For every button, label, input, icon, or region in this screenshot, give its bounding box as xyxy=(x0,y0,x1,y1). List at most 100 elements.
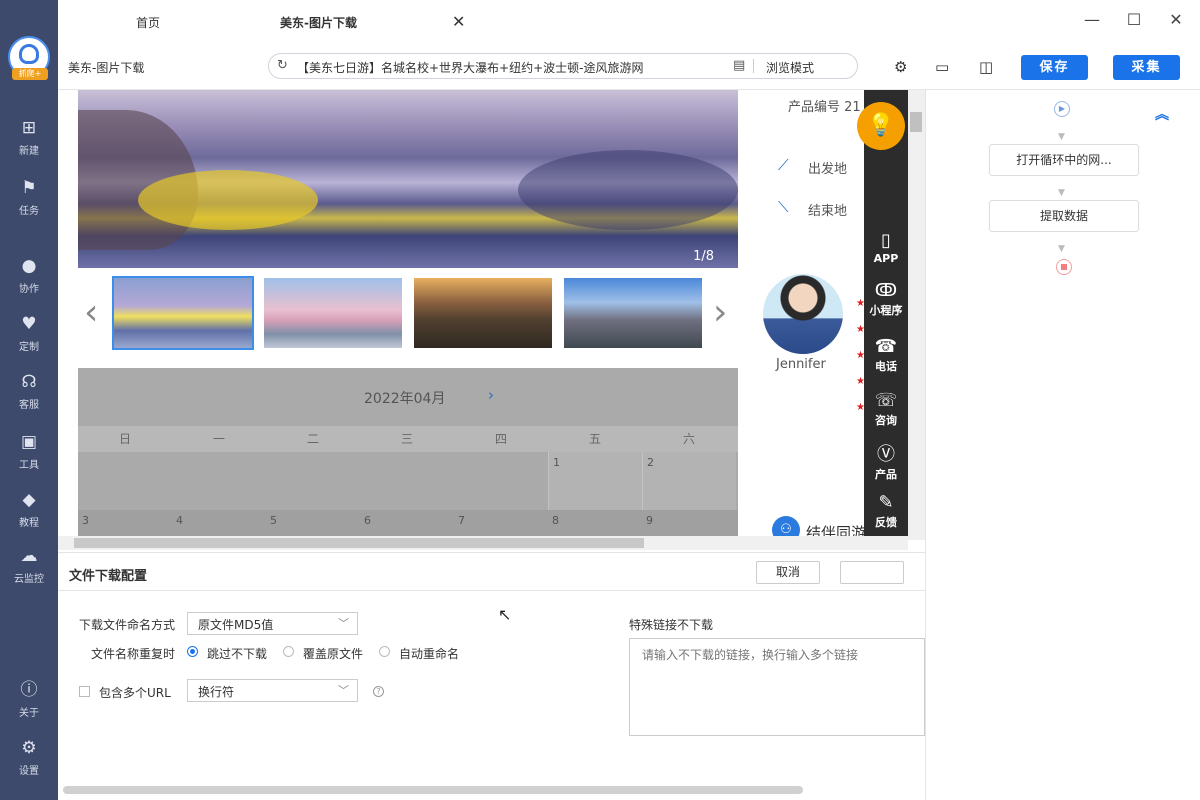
divider xyxy=(753,59,754,73)
nav-support[interactable]: ☊ 客服 xyxy=(0,372,58,422)
nav-tasks[interactable]: ⚑ 任务 xyxy=(0,178,58,228)
radio-label[interactable]: 覆盖原文件 xyxy=(303,645,363,662)
radio-skip[interactable] xyxy=(187,646,198,657)
browser-viewport[interactable]: 1/8 ‹ › 2022年04月 › 日 一 二 三 四 五 六 1 2 3 4… xyxy=(58,90,925,552)
thumbnail[interactable] xyxy=(264,278,402,348)
multi-url-checkbox[interactable] xyxy=(79,686,90,697)
radio-label[interactable]: 自动重命名 xyxy=(399,645,459,662)
lightbulb-icon[interactable]: 💡 xyxy=(857,102,905,150)
workflow-step[interactable]: 打开循环中的网... xyxy=(989,144,1139,176)
vertical-scrollbar[interactable] xyxy=(908,90,925,540)
document-icon[interactable]: ▤ xyxy=(733,58,745,73)
float-label: 咨询 xyxy=(875,414,897,427)
horizontal-scrollbar[interactable] xyxy=(63,786,803,794)
cloud-monitor-icon: ☁ xyxy=(20,546,38,566)
hero-image[interactable]: 1/8 xyxy=(78,90,738,268)
arrow-down-icon: ▼ xyxy=(1058,244,1065,254)
layout-bottom-icon[interactable]: ▭ xyxy=(935,58,949,76)
help-icon[interactable]: ? xyxy=(373,686,384,697)
confirm-button[interactable] xyxy=(840,561,904,584)
float-phone[interactable]: ☎ 电话 xyxy=(864,336,908,374)
chevron-right-icon[interactable]: › xyxy=(488,386,494,404)
calendar-day[interactable]: 8 xyxy=(548,510,642,531)
float-feedback[interactable]: ✎ 反馈 xyxy=(864,492,908,530)
gear-icon[interactable]: ⚙ xyxy=(894,58,907,76)
app-logo[interactable]: 抓爬+ xyxy=(8,36,50,80)
collect-button[interactable]: 采集 xyxy=(1113,55,1180,80)
calendar-day[interactable]: 9 xyxy=(642,510,736,531)
tab-home[interactable]: 首页 xyxy=(136,14,160,31)
nav-cloud[interactable]: ☁ 云监控 xyxy=(0,546,58,596)
weekday: 一 xyxy=(212,432,225,446)
mouse-cursor-icon: ↖ xyxy=(498,605,512,624)
departure-icon: ⟋ xyxy=(778,156,789,174)
chevron-left-icon[interactable]: ‹ xyxy=(84,295,98,331)
nav-new[interactable]: ⊞ 新建 xyxy=(0,118,58,168)
calendar-day[interactable]: 6 xyxy=(360,510,454,531)
toolbox-icon: ▣ xyxy=(20,432,38,452)
config-title: 文件下载配置 xyxy=(69,569,148,584)
close-window-icon[interactable]: ✕ xyxy=(1164,10,1188,29)
duplicate-label: 文件名称重复时 xyxy=(91,647,176,661)
guide-name: Jennifer xyxy=(776,357,826,372)
refresh-icon[interactable]: ↻ xyxy=(277,58,288,73)
vs-icon: Ⓥ xyxy=(877,444,895,465)
nav-label: 云监控 xyxy=(14,574,44,585)
calendar-day[interactable]: 2 xyxy=(642,452,736,510)
calendar-day[interactable]: 1 xyxy=(548,452,642,510)
arrow-down-icon: ▼ xyxy=(1058,132,1065,142)
arrival-icon: ⟍ xyxy=(778,198,789,216)
naming-select[interactable]: 原文件MD5值 ﹀ xyxy=(187,612,358,635)
skip-links-label: 特殊链接不下载 xyxy=(629,618,714,632)
float-app[interactable]: ▯ APP xyxy=(864,230,908,265)
browse-mode-button[interactable]: 浏览模式 xyxy=(766,59,814,76)
chevron-double-up-icon[interactable]: ︽ xyxy=(1155,104,1169,124)
left-sidebar: 抓爬+ ⊞ 新建 ⚑ 任务 ● 协作 ♥ 定制 ☊ 客服 ▣ 工具 ◆ 教程 ☁… xyxy=(0,0,58,800)
horizontal-scrollbar[interactable] xyxy=(58,536,908,550)
float-miniprogram[interactable]: ↂ 小程序 xyxy=(864,280,908,318)
float-compare[interactable]: Ⓥ 产品 xyxy=(864,444,908,482)
skip-links-input[interactable] xyxy=(629,638,925,736)
workflow-step[interactable]: 提取数据 xyxy=(989,200,1139,232)
close-tab-icon[interactable]: ✕ xyxy=(452,12,465,31)
heart-check-icon: ♥ xyxy=(21,314,37,334)
calendar-day[interactable]: 5 xyxy=(266,510,360,531)
chevron-right-icon[interactable]: › xyxy=(713,295,727,331)
nav-collab[interactable]: ● 协作 xyxy=(0,256,58,306)
thumbnail[interactable] xyxy=(112,276,254,350)
nav-tutorial[interactable]: ◆ 教程 xyxy=(0,490,58,540)
thumbnail[interactable] xyxy=(414,278,552,348)
nav-settings[interactable]: ⚙ 设置 xyxy=(0,738,58,788)
play-icon[interactable]: ▶ xyxy=(1054,101,1070,117)
separator-select[interactable]: 换行符 ﹀ xyxy=(187,679,358,702)
maximize-icon[interactable]: ☐ xyxy=(1122,10,1146,29)
calendar-day[interactable]: 4 xyxy=(172,510,266,531)
nav-about[interactable]: ⓘ 关于 xyxy=(0,680,58,730)
tab-bar: 首页 美东-图片下载 ✕ — ☐ ✕ xyxy=(58,0,1200,46)
calendar-day[interactable]: 3 xyxy=(78,510,172,531)
radio-rename[interactable] xyxy=(379,646,390,657)
radio-label[interactable]: 跳过不下载 xyxy=(207,645,267,662)
cancel-button[interactable]: 取消 xyxy=(756,561,820,584)
nav-label: 设置 xyxy=(19,766,39,777)
radio-overwrite[interactable] xyxy=(283,646,294,657)
naming-label: 下载文件命名方式 xyxy=(79,618,176,632)
weekday: 二 xyxy=(306,432,319,446)
layout-side-icon[interactable]: ◫ xyxy=(979,58,993,76)
nav-label: 工具 xyxy=(19,460,39,471)
url-text[interactable]: 【美东七日游】名城名校+世界大瀑布+纽约+波士顿-途风旅游网 xyxy=(297,59,644,76)
minimize-icon[interactable]: — xyxy=(1080,10,1104,29)
nav-custom[interactable]: ♥ 定制 xyxy=(0,314,58,364)
thumbnail[interactable] xyxy=(564,278,702,348)
nav-tools[interactable]: ▣ 工具 xyxy=(0,432,58,482)
save-button[interactable]: 保存 xyxy=(1021,55,1088,80)
departure-label: 出发地 xyxy=(808,162,848,177)
chat-icon: ☏ xyxy=(874,390,898,411)
download-config-panel: 文件下载配置 取消 ↖ 下载文件命名方式 原文件MD5值 ﹀ 文件名称重复时 跳… xyxy=(58,552,925,800)
url-bar[interactable]: ↻ 【美东七日游】名城名校+世界大瀑布+纽约+波士顿-途风旅游网 ▤ 浏览模式 xyxy=(268,53,858,79)
edit-icon: ✎ xyxy=(878,492,894,513)
calendar-day[interactable]: 7 xyxy=(454,510,548,531)
float-consult[interactable]: ☏ 咨询 xyxy=(864,390,908,428)
stop-icon[interactable] xyxy=(1056,259,1072,275)
tab-image-download[interactable]: 美东-图片下载 xyxy=(280,14,357,31)
